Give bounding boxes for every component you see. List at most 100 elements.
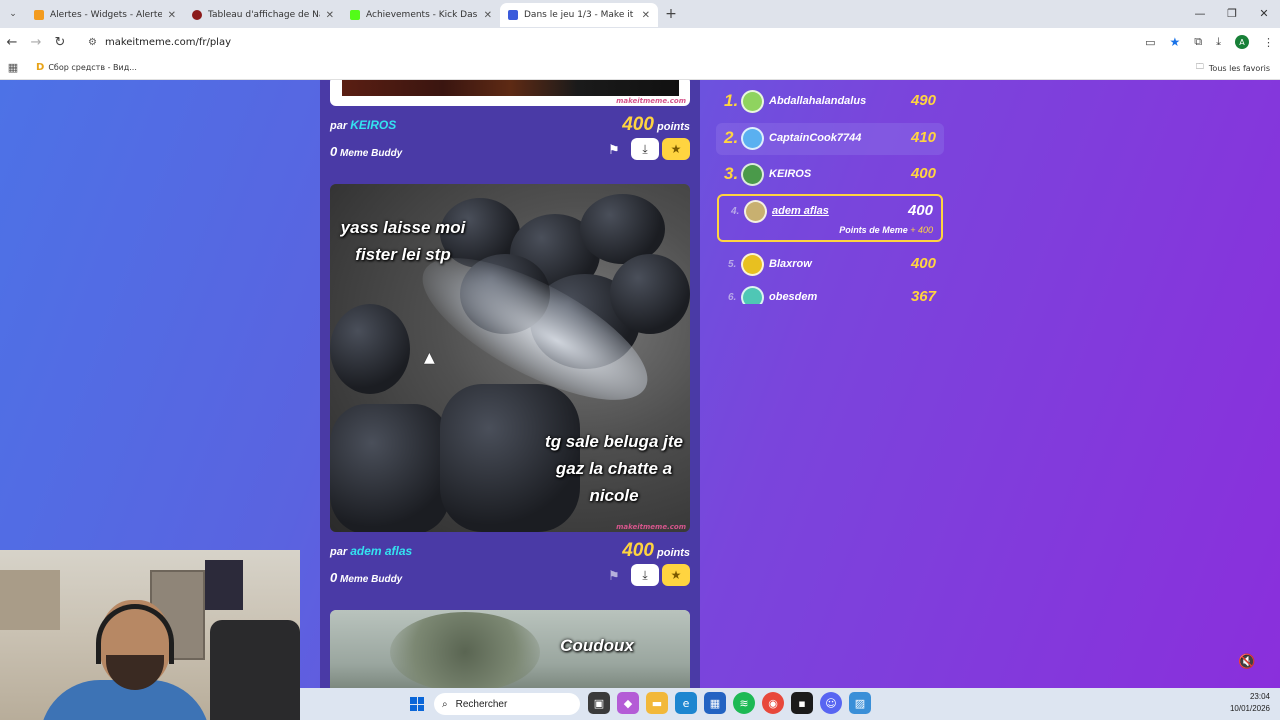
app-icon[interactable]: ▪ [791, 692, 813, 714]
browser-tab-active[interactable]: Dans le jeu 1/3 - Make it Meme ✕ [500, 3, 658, 27]
leaderboard-row[interactable]: 2. CaptainCook7744 410 [716, 123, 944, 155]
meme-caption-top: yass laisse moi fister lei stp [340, 218, 466, 264]
search-icon: ⌕ [442, 698, 448, 710]
tab-title: Achievements - Kick Dashboard [366, 10, 478, 20]
bookmark-item[interactable]: D Сбор средств - Вид... [36, 62, 137, 73]
meme-author: par adem aflas [330, 544, 412, 558]
chair-shape [210, 620, 300, 720]
chrome-icon[interactable]: ◉ [762, 692, 784, 714]
store-icon[interactable]: ▦ [704, 692, 726, 714]
player-avatar [741, 253, 764, 276]
round-points-value: + 400 [910, 225, 933, 235]
author-name[interactable]: KEIROS [350, 118, 396, 132]
report-flag-icon[interactable]: ⚑ [608, 142, 620, 158]
clock-time: 23:04 [1249, 692, 1270, 701]
window-controls: — ❐ ✕ [1184, 0, 1280, 28]
mute-speaker-icon[interactable]: 🔇 [1238, 654, 1255, 670]
player-score: 410 [910, 129, 936, 146]
meme-caption-bottom: tg sale beluga jte gaz la chatte a nicol… [545, 432, 683, 505]
edge-icon[interactable]: e [675, 692, 697, 714]
tab-close-icon[interactable]: ✕ [326, 10, 334, 21]
forward-icon[interactable]: → [24, 35, 48, 50]
meme-card: makeitmeme.com [330, 80, 690, 106]
poster-shape [205, 560, 243, 610]
install-app-icon[interactable]: ▭ [1145, 36, 1155, 49]
body-shape [330, 404, 450, 532]
windows-start-icon[interactable] [410, 697, 424, 711]
apps-grid-icon[interactable]: ▦ [0, 61, 26, 74]
all-bookmarks[interactable]: 🗀 Tous les favoris [1196, 56, 1270, 80]
favorite-star-button[interactable]: ★ [662, 564, 690, 586]
address-bar[interactable]: ⚙ makeitmeme.com/fr/play [80, 30, 1140, 54]
player-rank: 4. [731, 206, 740, 217]
extensions-icon[interactable]: ⧉ [1194, 35, 1202, 49]
player-rank: 3. [724, 164, 739, 183]
new-tab-icon[interactable]: + [658, 6, 684, 22]
tab-close-icon[interactable]: ✕ [642, 10, 650, 21]
author-prefix: par [330, 546, 348, 558]
watermark: makeitmeme.com [616, 97, 686, 105]
restore-icon[interactable]: ❐ [1216, 0, 1248, 28]
tab-title: Dans le jeu 1/3 - Make it Meme [524, 10, 636, 20]
browser-tab[interactable]: Tableau d'affichage de Naruto ✕ [184, 3, 342, 27]
reload-icon[interactable]: ↻ [48, 35, 72, 50]
bookmark-label: Сбор средств - Вид... [48, 63, 137, 72]
report-flag-icon[interactable]: ⚑ [608, 568, 620, 584]
minimize-icon[interactable]: — [1184, 0, 1216, 28]
spotify-icon[interactable]: ≋ [733, 692, 755, 714]
favorite-star-button[interactable]: ★ [662, 138, 690, 160]
task-view-icon[interactable]: ▣ [588, 692, 610, 714]
browser-tab-strip: ⌄ Alertes - Widgets - Alertes de d ✕ Tab… [0, 0, 1280, 28]
player-score: 490 [910, 92, 936, 109]
tab-favicon-icon [508, 10, 518, 20]
tab-title: Tableau d'affichage de Naruto [208, 10, 320, 20]
tab-favicon-icon [192, 10, 202, 20]
meme-meta: par KEIROS 400 points 0 Meme Buddy ⚑ ⤓ ★ [330, 114, 690, 168]
meme-card: yass laisse moi fister lei stp tg sale b… [330, 184, 690, 532]
player-score: 400 [907, 202, 933, 219]
player-score: 400 [910, 255, 936, 272]
taskbar-search[interactable]: ⌕ Rechercher [434, 693, 580, 715]
points-label: points [657, 121, 690, 133]
player-name: obesdem [769, 291, 818, 303]
points-value: 400 [622, 114, 654, 135]
leaderboard-row-current-player[interactable]: 4. adem aflas 400 Points de Meme + 400 [717, 194, 943, 242]
tab-list-chevron-icon[interactable]: ⌄ [0, 2, 26, 26]
site-info-icon[interactable]: ⚙ [88, 37, 97, 48]
author-name[interactable]: adem aflas [350, 544, 412, 558]
leaderboard-row[interactable]: 3. KEIROS 400 [716, 159, 944, 191]
all-bookmarks-label: Tous les favoris [1208, 63, 1270, 73]
meme-points: 400 points [622, 114, 690, 136]
profile-avatar[interactable]: A [1235, 35, 1249, 49]
tab-close-icon[interactable]: ✕ [484, 10, 492, 21]
discord-icon[interactable]: ☺ [820, 692, 842, 714]
player-avatar [744, 200, 767, 223]
player-avatar [741, 163, 764, 186]
bookmark-star-icon[interactable]: ★ [1170, 35, 1181, 49]
menu-icon[interactable]: ⋮ [1263, 36, 1274, 49]
browser-tab[interactable]: Alertes - Widgets - Alertes de d ✕ [26, 3, 184, 27]
back-icon[interactable]: ← [0, 35, 24, 50]
leaderboard-row[interactable]: 1. Abdallahalandalus 490 [716, 86, 944, 118]
window-close-icon[interactable]: ✕ [1248, 0, 1280, 28]
tab-title: Alertes - Widgets - Alertes de d [50, 10, 162, 20]
file-explorer-icon[interactable]: ▬ [646, 692, 668, 714]
download-meme-button[interactable]: ⤓ [631, 564, 659, 586]
leaderboard-row[interactable]: 6. obesdem 367 [716, 282, 944, 304]
round-points-label: Points de Meme [839, 225, 908, 235]
taskbar-clock[interactable]: 23:04 10/01/2026 [1230, 691, 1270, 715]
tab-favicon-icon [350, 10, 360, 20]
photos-icon[interactable]: ▨ [849, 692, 871, 714]
search-placeholder: Rechercher [455, 698, 508, 710]
bookmarks-bar: ▦ D Сбор средств - Вид... 🗀 Tous les fav… [0, 56, 1280, 80]
helmet-shape [330, 304, 410, 394]
browser-tab[interactable]: Achievements - Kick Dashboard ✕ [342, 3, 500, 27]
tab-close-icon[interactable]: ✕ [168, 10, 176, 21]
helmet-shape [610, 254, 690, 334]
player-name: CaptainCook7744 [769, 132, 862, 144]
download-icon[interactable]: ⤓ [1216, 35, 1221, 49]
meme-caption-top: Coudoux [560, 636, 634, 655]
download-meme-button[interactable]: ⤓ [631, 138, 659, 160]
leaderboard-row[interactable]: 5. Blaxrow 400 [716, 249, 944, 281]
copilot-icon[interactable]: ◆ [617, 692, 639, 714]
